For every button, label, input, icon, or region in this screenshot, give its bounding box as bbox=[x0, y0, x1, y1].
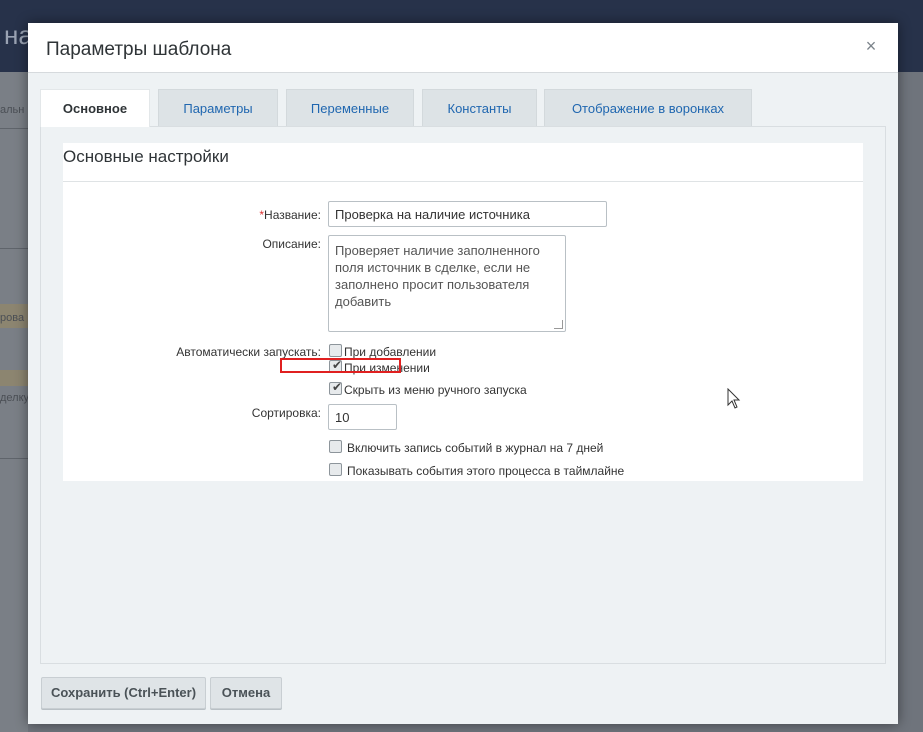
on-add-checkbox[interactable] bbox=[329, 344, 342, 357]
cancel-button[interactable]: Отмена bbox=[210, 677, 282, 709]
log-events-checkbox[interactable] bbox=[329, 440, 342, 453]
background-text-2: рова bbox=[0, 312, 25, 324]
description-label: Описание: bbox=[262, 237, 321, 251]
on-change-checkbox[interactable]: ✔ bbox=[329, 358, 343, 373]
name-input[interactable]: Проверка на наличие источника bbox=[328, 201, 607, 227]
dialog-header: Параметры шаблона × bbox=[28, 23, 898, 73]
timeline-checkbox[interactable] bbox=[329, 463, 342, 476]
on-add-label: При добавлении bbox=[344, 345, 437, 359]
settings-card: Основные настройки *Название: Проверка н… bbox=[63, 143, 863, 481]
save-button[interactable]: Сохранить (Ctrl+Enter) bbox=[41, 677, 206, 709]
close-icon[interactable]: × bbox=[862, 37, 880, 55]
background-text-1: альн bbox=[0, 104, 25, 116]
name-label: *Название: bbox=[259, 208, 321, 222]
description-text: Проверяет наличие заполненного поля исто… bbox=[335, 243, 540, 309]
section-title: Основные настройки bbox=[63, 147, 229, 166]
tab-main[interactable]: Основное bbox=[40, 89, 150, 127]
template-settings-dialog: Параметры шаблона × Основное Параметры П… bbox=[28, 23, 898, 724]
log-events-label: Включить запись событий в журнал на 7 дн… bbox=[347, 441, 604, 455]
background-row-highlight bbox=[0, 370, 28, 386]
check-icon: ✔ bbox=[332, 380, 343, 394]
description-textarea[interactable]: Проверяет наличие заполненного поля исто… bbox=[328, 235, 566, 332]
tab-parameters[interactable]: Параметры bbox=[158, 89, 278, 126]
hide-manual-checkbox[interactable]: ✔ bbox=[329, 380, 343, 395]
sort-label: Сортировка: bbox=[251, 406, 321, 420]
hide-manual-label: Скрыть из меню ручного запуска bbox=[344, 383, 527, 397]
background-divider bbox=[0, 128, 28, 129]
check-icon: ✔ bbox=[332, 358, 343, 372]
mouse-pointer-icon bbox=[727, 388, 741, 409]
tab-panel-main: Основные настройки *Название: Проверка н… bbox=[40, 126, 886, 664]
timeline-label: Показывать события этого процесса в тайм… bbox=[347, 464, 625, 478]
tab-funnel-display[interactable]: Отображение в воронках bbox=[544, 89, 752, 126]
dialog-title: Параметры шаблона bbox=[46, 39, 232, 60]
autorun-label: Автоматически запускать: bbox=[176, 345, 321, 359]
sort-input[interactable]: 10 bbox=[328, 404, 397, 430]
background-divider bbox=[0, 248, 28, 249]
tab-variables[interactable]: Переменные bbox=[286, 89, 414, 126]
section-divider bbox=[63, 181, 863, 182]
background-text-3: делку bbox=[0, 392, 30, 404]
background-divider bbox=[0, 458, 28, 459]
on-change-label: При изменении bbox=[344, 361, 430, 375]
resize-grip-icon[interactable] bbox=[554, 320, 563, 329]
tab-constants[interactable]: Константы bbox=[422, 89, 537, 126]
